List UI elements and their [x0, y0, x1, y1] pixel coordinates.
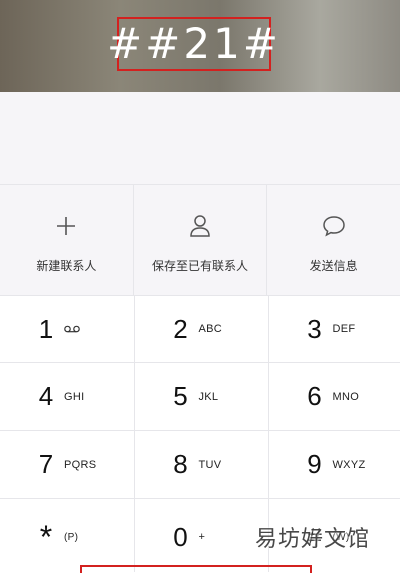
key-1[interactable]: 1: [0, 296, 134, 362]
message-icon: [321, 213, 347, 239]
plus-icon: [53, 213, 79, 239]
dialed-number-highlight: ##21#: [107, 17, 278, 71]
key-letters: +: [198, 531, 206, 543]
key-8[interactable]: 8 TUV: [135, 431, 268, 498]
watermark: 易坊好文馆: [254, 527, 370, 552]
person-icon: [187, 213, 213, 239]
key-letters: JKL: [198, 390, 219, 403]
key-4[interactable]: 4 GHI: [0, 363, 134, 430]
key-digit: *: [39, 518, 53, 555]
key-digit: 5: [173, 381, 188, 411]
send-message-label: 发送信息: [309, 259, 358, 273]
key-digit: 6: [307, 381, 322, 411]
key-letters: (P): [64, 531, 79, 543]
key-digit: 2: [173, 313, 188, 344]
action-row: 新建联系人 保存至已有联系人 发送信息: [0, 184, 400, 296]
key-digit: 8: [173, 449, 188, 479]
key-6[interactable]: 6 MNO: [269, 363, 400, 430]
key-digit: 9: [307, 449, 322, 479]
key-digit: 7: [38, 449, 54, 479]
call-button-highlight: [80, 565, 312, 573]
key-letters: WXYZ: [332, 458, 366, 471]
send-message-button[interactable]: 发送信息: [267, 185, 400, 296]
key-letters: MNO: [332, 390, 360, 403]
key-letters: GHI: [64, 390, 85, 403]
blank-area: [0, 92, 400, 184]
key-9[interactable]: 9 WXYZ: [269, 431, 400, 498]
new-contact-label: 新建联系人: [36, 259, 97, 273]
key-digit: 0: [173, 521, 188, 552]
key-digit: 3: [307, 313, 322, 344]
key-star[interactable]: * (P): [0, 499, 134, 575]
key-5[interactable]: 5 JKL: [135, 363, 268, 430]
key-letters: PQRS: [64, 458, 97, 471]
key-letters: ABC: [198, 323, 223, 335]
key-digit: 4: [38, 381, 54, 411]
key-2[interactable]: 2 ABC: [135, 296, 268, 362]
key-0[interactable]: 0 +: [135, 499, 268, 575]
voicemail-icon: [64, 320, 98, 338]
key-letters: DEF: [332, 323, 356, 335]
key-7[interactable]: 7 PQRS: [0, 431, 134, 498]
save-to-existing-contact-label: 保存至已有联系人: [152, 259, 249, 273]
dialed-number-banner: ##21#: [0, 0, 400, 92]
dialed-number: ##21#: [106, 19, 282, 68]
new-contact-button[interactable]: 新建联系人: [0, 185, 134, 296]
key-3[interactable]: 3 DEF: [269, 296, 400, 362]
key-digit: 1: [38, 313, 54, 344]
key-letters: TUV: [198, 458, 222, 471]
save-to-existing-contact-button[interactable]: 保存至已有联系人: [134, 185, 268, 296]
